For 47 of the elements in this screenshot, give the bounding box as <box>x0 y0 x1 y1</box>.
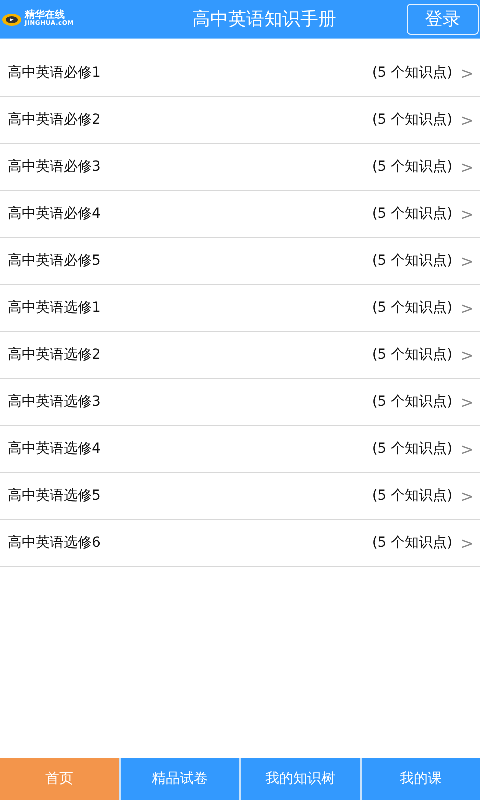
item-count: (5 个知识点) <box>372 534 453 552</box>
item-title: 高中英语必修4 <box>8 205 102 223</box>
chevron: > <box>460 346 474 364</box>
logo-icon <box>2 12 22 26</box>
page-title: 高中英语知识手册 <box>192 8 338 31</box>
item-count: (5 个知识点) <box>372 440 453 458</box>
item-count: (5 个知识点) <box>372 487 453 505</box>
chevron: > <box>460 110 474 130</box>
list-item[interactable]: 高中英语选修4 (5 个知识点) > <box>0 426 480 473</box>
item-title: 高中英语选修6 <box>8 534 102 552</box>
chevron: > <box>460 252 474 270</box>
list-item[interactable]: 高中英语必修3 (5 个知识点) > <box>0 144 480 191</box>
chevron: > <box>460 204 474 224</box>
list-item[interactable]: 高中英语必修1 (5 个知识点) > <box>0 50 480 97</box>
item-count: (5 个知识点) <box>372 346 453 364</box>
item-title: 高中英语必修5 <box>8 252 102 270</box>
chevron: > <box>460 64 474 82</box>
list-item[interactable]: 高中英语选修1 (5 个知识点) > <box>0 285 480 332</box>
list-item[interactable]: 高中英语选修3 (5 个知识点) > <box>0 379 480 426</box>
chevron: > <box>460 486 474 506</box>
item-count: (5 个知识点) <box>372 205 453 223</box>
item-count: (5 个知识点) <box>372 252 453 270</box>
item-count: (5 个知识点) <box>372 64 453 82</box>
item-title: 高中英语选修5 <box>8 487 102 505</box>
list-item[interactable]: 高中英语选修2 (5 个知识点) > <box>0 332 480 379</box>
item-count: (5 个知识点) <box>372 158 453 176</box>
item-title: 高中英语选修1 <box>8 299 102 317</box>
list-item[interactable]: 高中英语选修5 (5 个知识点) > <box>0 473 480 520</box>
list-item[interactable]: 高中英语必修2 (5 个知识点) > <box>0 97 480 144</box>
item-count: (5 个知识点) <box>372 299 453 317</box>
chevron: > <box>460 392 474 412</box>
item-title: 高中英语必修3 <box>8 158 102 176</box>
item-title: 高中英语选修3 <box>8 393 102 411</box>
list-item[interactable]: 高中英语必修4 (5 个知识点) > <box>0 191 480 238</box>
logo-name: 精华在线 <box>25 11 65 21</box>
list-item[interactable]: 高中英语选修6 (5 个知识点) > <box>0 520 480 567</box>
chevron: > <box>460 298 474 318</box>
item-title: 高中英语必修1 <box>8 64 102 82</box>
chevron: > <box>460 158 474 176</box>
item-count: (5 个知识点) <box>372 393 453 411</box>
item-title: 高中英语选修4 <box>8 440 102 458</box>
chevron: > <box>460 534 474 552</box>
item-title: 高中英语必修2 <box>8 111 102 129</box>
item-count: (5 个知识点) <box>372 111 453 129</box>
chevron: > <box>460 440 474 458</box>
item-title: 高中英语选修2 <box>8 346 102 364</box>
list-item[interactable]: 高中英语必修5 (5 个知识点) > <box>0 238 480 285</box>
